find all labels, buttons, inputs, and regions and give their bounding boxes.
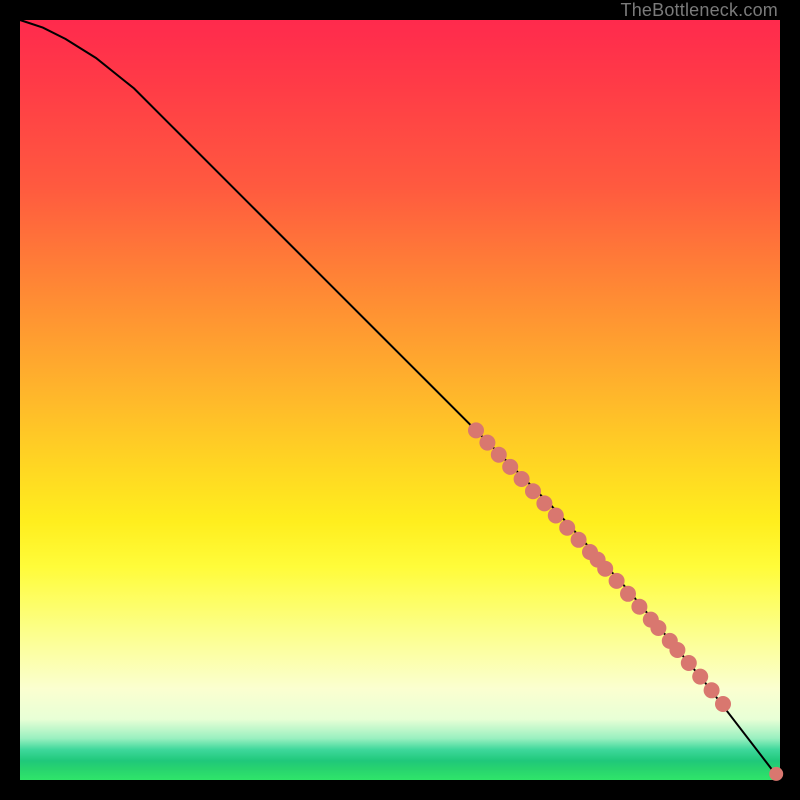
data-point xyxy=(525,483,541,499)
data-point xyxy=(597,561,613,577)
data-point xyxy=(514,471,530,487)
bottleneck-curve xyxy=(20,20,780,780)
data-point xyxy=(491,447,507,463)
data-point xyxy=(609,573,625,589)
data-point xyxy=(692,669,708,685)
data-point xyxy=(559,520,575,536)
data-point xyxy=(571,532,587,548)
data-point xyxy=(502,459,518,475)
data-point xyxy=(704,682,720,698)
data-point xyxy=(631,599,647,615)
data-point xyxy=(650,620,666,636)
attribution-label: TheBottleneck.com xyxy=(621,0,778,20)
chart-frame: TheBottleneck.com xyxy=(0,0,800,800)
chart-svg xyxy=(20,20,780,780)
data-point xyxy=(548,508,564,524)
data-point xyxy=(669,642,685,658)
data-point xyxy=(536,495,552,511)
points-layer xyxy=(468,422,783,781)
data-point xyxy=(681,655,697,671)
curve-layer xyxy=(20,20,780,780)
data-point xyxy=(479,435,495,451)
data-point xyxy=(468,422,484,438)
data-point xyxy=(769,767,783,781)
data-point xyxy=(620,586,636,602)
data-point xyxy=(715,696,731,712)
plot-area xyxy=(20,20,780,780)
